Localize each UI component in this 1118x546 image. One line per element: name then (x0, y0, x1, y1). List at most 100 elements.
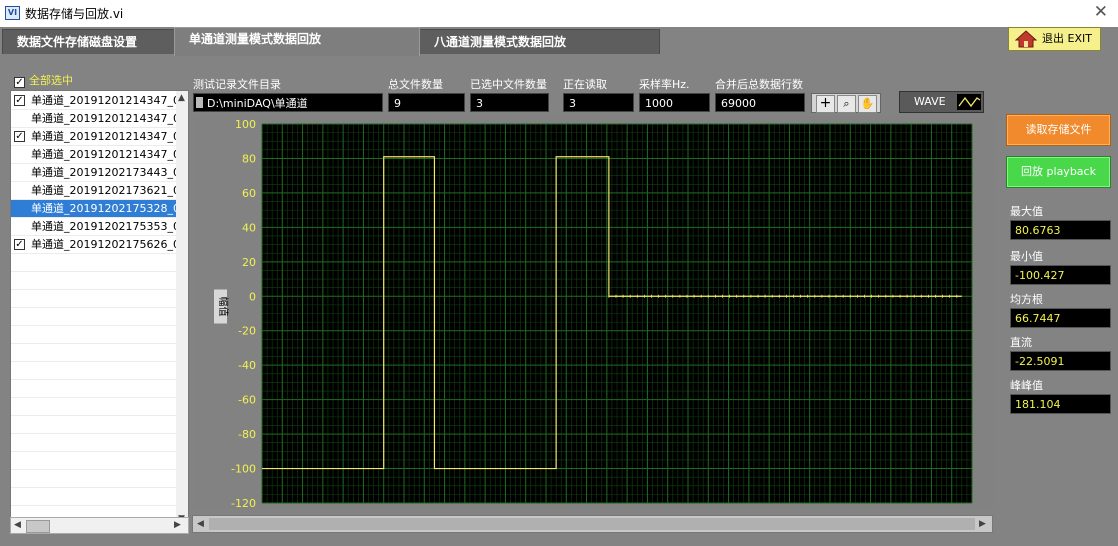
file-list-empty-row (11, 290, 177, 308)
file-list-item-label: 单通道_20191202173443_000 (31, 166, 177, 179)
file-list-item[interactable]: 单通道_20191202173443_000 (11, 164, 177, 182)
dir-path-field[interactable]: D:\miniDAQ\单通道 (193, 93, 383, 112)
min-value: -100.427 (1010, 265, 1111, 285)
file-list-item-label: 单通道_20191201214347_000 (31, 112, 177, 125)
checkbox-icon[interactable]: ✓ (14, 95, 25, 106)
dc-label: 直流 (1010, 336, 1032, 349)
x-tick-label: 0 (259, 508, 266, 509)
y-tick-label: -80 (238, 428, 256, 441)
x-tick-label: 46 (722, 508, 736, 509)
graph-tools-palette: + ⌕ ✋ (811, 93, 881, 113)
read-file-button[interactable]: 读取存储文件 (1006, 114, 1111, 146)
x-tick-label: 62 (884, 508, 898, 509)
peak-to-peak-label: 峰峰值 (1010, 379, 1043, 392)
sample-rate-field: 1000 (639, 93, 710, 112)
min-label: 最小值 (1010, 250, 1043, 263)
graph-hscrollbar[interactable]: ◀ ▶ (192, 515, 993, 533)
scroll-up-icon[interactable]: ▲ (178, 93, 185, 103)
x-tick-label: 66 (924, 508, 938, 509)
max-value: 80.6763 (1010, 220, 1111, 240)
x-tick-label: 4 (299, 508, 306, 509)
file-list-empty-row (11, 488, 177, 506)
file-list-item[interactable]: 单通道_20191202173621_000 (11, 182, 177, 200)
file-list-item[interactable]: 单通道_20191201214347_000 (11, 110, 177, 128)
house-icon (1015, 30, 1037, 48)
file-list-item[interactable]: 单通道_20191202175328_000 (11, 200, 177, 218)
playback-button[interactable]: 回放 playback (1006, 156, 1111, 188)
exit-label: 退出 EXIT (1042, 32, 1092, 45)
tab-single-channel-playback[interactable]: 单通道测量模式数据回放 (174, 27, 420, 56)
y-axis-label: 幅值 (217, 297, 230, 317)
x-tick-label: 2 (279, 508, 286, 509)
tab-label: 八通道测量模式数据回放 (434, 35, 567, 49)
scroll-thumb[interactable] (26, 520, 50, 533)
tab-disk-settings[interactable]: 数据文件存储磁盘设置 (2, 29, 178, 54)
x-tick-label: 22 (478, 508, 492, 509)
file-list-hscrollbar[interactable]: ◀ ▶ (10, 517, 189, 534)
file-list-empty-row (11, 326, 177, 344)
selected-files-label: 已选中文件数量 (470, 78, 547, 91)
waveform-graph[interactable]: 0246810121416182022242628303234363840424… (194, 116, 994, 533)
select-all-checkbox[interactable]: ✓ 全部选中 (14, 72, 73, 88)
file-list-empty-row (11, 344, 177, 362)
file-list-item-label: 单通道_20191202175353_000 (31, 220, 177, 233)
pan-hand-icon[interactable]: ✋ (858, 95, 877, 113)
total-rows-field: 69000 (715, 93, 805, 112)
crosshair-icon[interactable]: + (816, 95, 835, 113)
x-tick-label: 56 (823, 508, 837, 509)
x-tick-label: 48 (742, 508, 756, 509)
y-tick-label: -100 (231, 463, 256, 476)
file-list-empty-row (11, 254, 177, 272)
max-label: 最大值 (1010, 205, 1043, 218)
zoom-icon[interactable]: ⌕ (837, 95, 856, 113)
waveform-icon (957, 94, 981, 110)
x-tick-label: 50 (762, 508, 776, 509)
file-list-empty-row (11, 434, 177, 452)
scroll-track[interactable] (209, 518, 975, 530)
y-tick-label: 80 (242, 152, 256, 165)
window-titlebar: VI 数据存储与回放.vi ✕ (0, 0, 1118, 28)
wave-plot-legend[interactable]: WAVE (899, 91, 984, 113)
total-files-field: 9 (388, 93, 465, 112)
file-list-item[interactable]: ✓ 单通道_20191202175626_000 (11, 236, 177, 254)
rms-value: 66.7447 (1010, 308, 1111, 328)
x-tick-label: 24 (498, 508, 512, 509)
file-list[interactable]: ✓ 单通道_20191201214347_000 单通道_2019120121434… (10, 90, 189, 534)
reading-field: 3 (563, 93, 634, 112)
x-tick-label: 52 (782, 508, 796, 509)
total-rows-label: 合并后总数据行数 (715, 78, 803, 91)
file-list-item[interactable]: 单通道_20191202175353_000 (11, 218, 177, 236)
file-list-item[interactable]: 单通道_20191201214347_000 (11, 146, 177, 164)
tab-multi-channel-playback[interactable]: 八通道测量模式数据回放 (419, 29, 660, 54)
x-tick-label: 44 (701, 508, 715, 509)
path-browse-icon[interactable] (196, 97, 203, 108)
checkbox-icon[interactable]: ✓ (14, 239, 25, 250)
exit-button[interactable]: 退出 EXIT (1008, 27, 1101, 51)
peak-to-peak-value: 181.104 (1010, 394, 1111, 414)
close-icon[interactable]: ✕ (1094, 2, 1108, 22)
tab-label: 单通道测量模式数据回放 (189, 32, 322, 46)
dc-value: -22.5091 (1010, 351, 1111, 371)
file-list-item-label: 单通道_20191202175626_000 (31, 238, 177, 251)
reading-label: 正在读取 (563, 78, 607, 91)
scroll-left-icon[interactable]: ◀ (14, 520, 21, 530)
scroll-right-icon[interactable]: ▶ (979, 519, 986, 529)
file-list-vscrollbar[interactable]: ▲ ▼ (176, 91, 188, 533)
file-list-item[interactable]: ✓ 单通道_20191201214347_000 (11, 128, 177, 146)
x-tick-label: 20 (458, 508, 472, 509)
checkbox-icon[interactable]: ✓ (14, 131, 25, 142)
scroll-left-icon[interactable]: ◀ (197, 519, 204, 529)
wave-label: WAVE (914, 95, 946, 108)
x-tick-label: 10 (356, 508, 370, 509)
file-list-item[interactable]: ✓ 单通道_20191201214347_000 (11, 92, 177, 110)
main-panel: 数据文件存储磁盘设置 八通道测量模式数据回放 单通道测量模式数据回放 退出 EX… (0, 27, 1118, 546)
dir-label: 测试记录文件目录 (193, 78, 281, 91)
y-tick-label: 100 (235, 118, 256, 131)
file-list-item-label: 单通道_20191201214347_000 (31, 148, 177, 161)
total-files-label: 总文件数量 (388, 78, 443, 91)
x-tick-label: 58 (843, 508, 857, 509)
x-tick-label: 70 (965, 508, 979, 509)
x-tick-label: 18 (438, 508, 452, 509)
scroll-right-icon[interactable]: ▶ (174, 520, 181, 530)
x-tick-label: 28 (539, 508, 553, 509)
